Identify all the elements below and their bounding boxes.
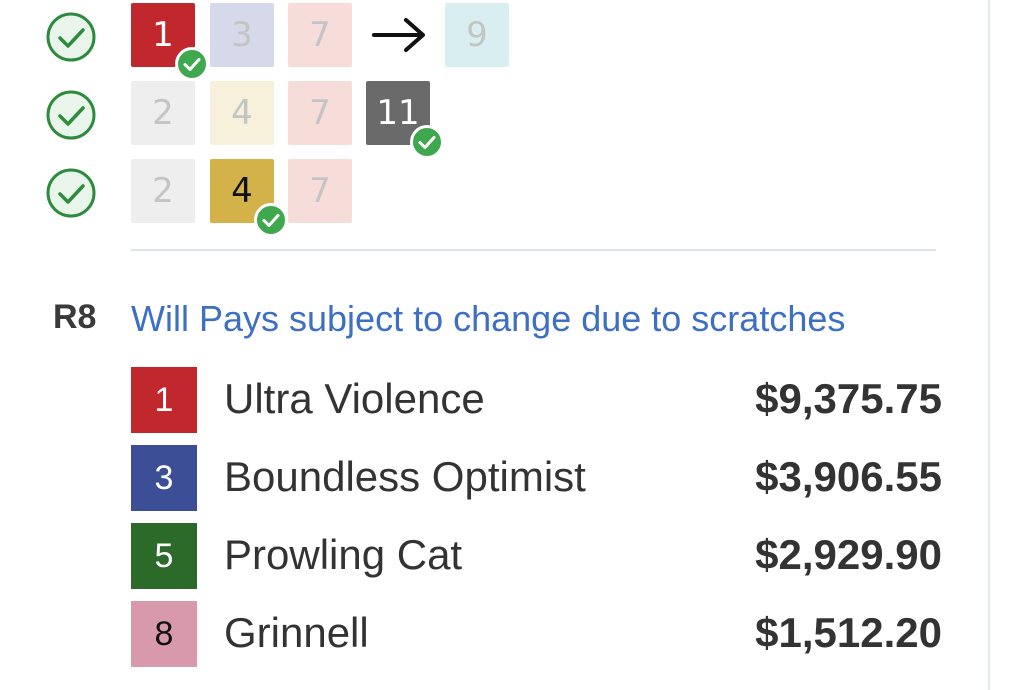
saddle-cloth-number: 8 xyxy=(131,601,197,667)
saddle-cloth-number: 5 xyxy=(131,523,197,589)
will-pay-amount: $1,512.20 xyxy=(755,609,942,656)
section-divider xyxy=(131,249,936,251)
payout-row[interactable]: 3 Boundless Optimist $3,906.55 xyxy=(0,445,960,511)
runner-tile-9[interactable]: 9 xyxy=(445,3,509,67)
check-circle-icon xyxy=(45,89,97,141)
check-badge-icon xyxy=(254,203,288,237)
runner-tile-number: 7 xyxy=(309,15,331,55)
runner-tile-11[interactable]: 11 xyxy=(366,81,444,159)
horse-name: Grinnell xyxy=(224,609,369,656)
race-label: R8 xyxy=(53,298,97,336)
payout-row[interactable]: 8 Grinnell $1,512.20 xyxy=(0,601,960,667)
runner-tile-number: 1 xyxy=(152,15,174,55)
saddle-cloth-number: 3 xyxy=(131,445,197,511)
panel-right-border xyxy=(988,0,990,690)
check-circle-icon xyxy=(45,167,97,219)
horse-name: Ultra Violence xyxy=(224,375,485,422)
will-pay-amount: $9,375.75 xyxy=(755,375,942,422)
runner-tile-number: 7 xyxy=(309,171,331,211)
runner-tile-2[interactable]: 2 xyxy=(131,81,195,145)
runner-tile-7[interactable]: 7 xyxy=(288,159,352,223)
leg-row-2: 2 4 7 11 xyxy=(0,81,960,159)
runner-tile-2[interactable]: 2 xyxy=(131,159,195,223)
arrow-right-icon xyxy=(370,15,428,55)
runner-tile-number: 4 xyxy=(231,93,253,133)
runner-tile-number: 2 xyxy=(152,93,174,133)
runner-tile-7[interactable]: 7 xyxy=(288,81,352,145)
check-badge-icon xyxy=(175,47,209,81)
runner-tile-4[interactable]: 4 xyxy=(210,159,288,237)
runner-tile-number: 2 xyxy=(152,171,174,211)
will-pay-amount: $2,929.90 xyxy=(755,531,942,578)
payout-row[interactable]: 1 Ultra Violence $9,375.75 xyxy=(0,367,960,433)
runner-tile-4[interactable]: 4 xyxy=(210,81,274,145)
runner-tile-number: 9 xyxy=(466,15,488,55)
leg-row-3: 2 4 7 xyxy=(0,159,960,237)
horse-name: Prowling Cat xyxy=(224,531,463,578)
leg-row-1: 1 3 7 9 xyxy=(0,3,960,81)
check-circle-icon xyxy=(45,11,97,63)
runner-tile-number: 4 xyxy=(231,171,253,211)
runner-tile-number: 7 xyxy=(309,93,331,133)
will-pay-amount: $3,906.55 xyxy=(755,453,942,500)
horse-name: Boundless Optimist xyxy=(224,453,586,500)
check-badge-icon xyxy=(410,125,444,159)
payout-row[interactable]: 5 Prowling Cat $2,929.90 xyxy=(0,523,960,589)
will-pays-note[interactable]: Will Pays subject to change due to scrat… xyxy=(131,298,845,340)
runner-tile-number: 3 xyxy=(231,15,253,55)
saddle-cloth-number: 1 xyxy=(131,367,197,433)
runner-tile-3[interactable]: 3 xyxy=(210,3,274,67)
runner-tile-7[interactable]: 7 xyxy=(288,3,352,67)
runner-tile-1[interactable]: 1 xyxy=(131,3,209,81)
